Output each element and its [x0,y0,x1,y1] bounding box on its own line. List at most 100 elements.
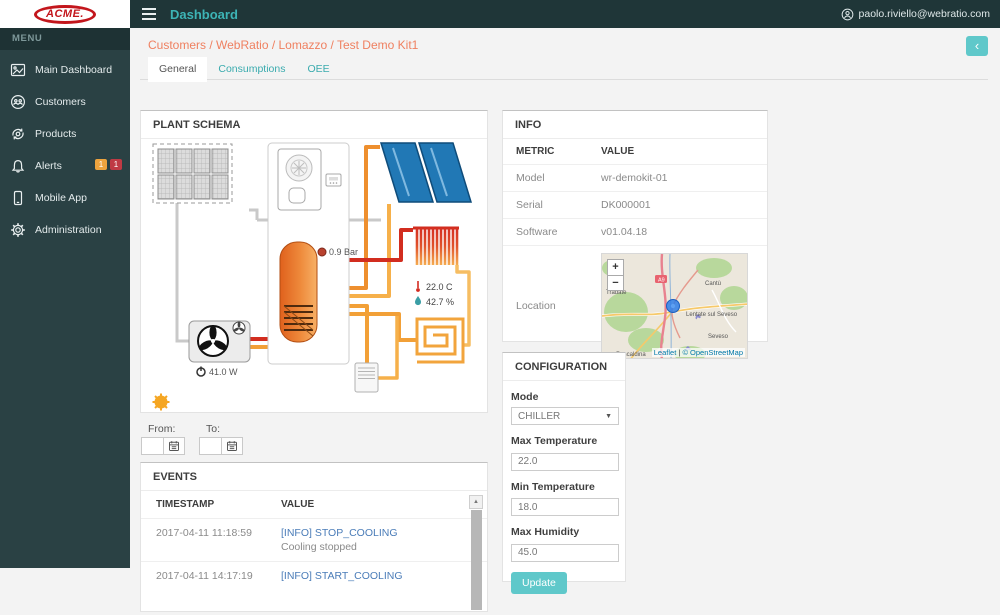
to-date-group [199,437,243,455]
collapse-panel-button[interactable]: ‹ [966,36,988,56]
event-row: 2017-04-11 11:18:59 [INFO] STOP_COOLING … [141,518,487,561]
smartphone-icon [13,190,23,206]
max-humidity-input[interactable] [511,543,619,562]
pressure-reading: 0.9 Bar [329,247,358,257]
sidebar-item-label: Products [35,128,77,140]
max-temperature-input[interactable] [511,452,619,471]
sidebar-item-label: Alerts [35,160,62,172]
svg-text:Cantù: Cantù [705,281,721,287]
user-menu[interactable]: paolo.riviello@webratio.com [841,8,990,21]
sidebar-item-customers[interactable]: Customers [0,86,130,118]
sidebar-item-administration[interactable]: Administration [0,214,130,246]
plant-schema-title: PLANT SCHEMA [141,111,487,139]
to-label: To: [206,423,221,435]
hamburger-menu-icon[interactable] [138,5,160,23]
map-zoom-out-button[interactable]: − [607,275,624,291]
event-value-link[interactable]: [INFO] STOP_COOLING [281,527,487,539]
map-zoom-controls: + − [607,259,624,291]
sidebar-item-label: Administration [35,224,102,236]
map-zoom-in-button[interactable]: + [607,259,624,275]
sidebar-item-products[interactable]: Products [0,118,130,150]
fan-coil-unit [354,362,379,393]
motorway-badge-label: A9 [658,278,665,284]
mode-select[interactable]: CHILLER ▼ [511,407,619,425]
info-col-value: VALUE [601,146,635,157]
floor-heating-coil [415,317,465,364]
chevron-down-icon: ▼ [605,412,612,420]
update-button[interactable]: Update [511,571,567,594]
osm-link[interactable]: © OpenStreetMap [682,348,743,357]
info-value: wr-demokit-01 [601,172,668,184]
events-scrollbar: ▲ [469,495,483,615]
solar-thermal-panels [379,142,473,203]
scrollbar-thumb[interactable] [470,510,482,610]
map-attribution: Leaflet | © OpenStreetMap [651,348,745,357]
from-date-calendar-button[interactable] [163,437,185,455]
app-root: { "logo": { "text": "ACME." }, "header":… [0,0,1000,612]
sidebar-nav: Main Dashboard Customers Products Alerts… [0,50,130,246]
min-temperature-input[interactable] [511,498,619,516]
user-email: paolo.riviello@webratio.com [858,8,990,20]
pressure-gauge-icon [317,247,327,257]
info-row-serial: Serial DK000001 [503,191,767,218]
event-value-description: Cooling stopped [281,541,357,553]
to-date-input[interactable] [199,437,221,455]
calendar-icon [169,441,179,451]
bell-icon [11,159,25,173]
alerts-badge-warning[interactable]: 1 [95,159,107,170]
chiller-unit [188,320,251,363]
events-card: EVENTS TIMESTAMP VALUE 2017-04-11 11:18:… [140,462,488,612]
svg-text:Lentate sul Seveso: Lentate sul Seveso [686,312,738,318]
info-value: v01.04.18 [601,226,648,238]
radiator [415,228,459,265]
info-row-software: Software v01.04.18 [503,218,767,245]
events-col-value: VALUE [281,499,315,510]
sun-icon [152,393,170,411]
max-temperature-label: Max Temperature [511,435,598,447]
max-humidity-label: Max Humidity [511,526,580,538]
gear-icon [11,223,25,237]
events-title: EVENTS [141,463,487,491]
event-timestamp: 2017-04-11 14:17:19 [156,570,253,582]
sidebar-item-mobile-app[interactable]: Mobile App [0,182,130,214]
plant-schema-diagram: 0.9 Bar 22.0 C 42.7 % 41.0 W [152,142,473,411]
calendar-icon [227,441,237,451]
info-col-metric: METRIC [516,146,555,157]
tab-oee[interactable]: OEE [296,57,340,82]
configuration-card: CONFIGURATION Mode CHILLER ▼ Max Tempera… [502,352,626,594]
tab-consumptions[interactable]: Consumptions [207,57,296,82]
mode-select-value: CHILLER [518,410,561,422]
plant-schema-card: PLANT SCHEMA 0.9 Bar 22.0 C 42.7 % 41.0 … [140,110,488,413]
from-date-input[interactable] [141,437,163,455]
logo-text: ACME. [46,7,84,20]
page-title: Dashboard [170,6,238,22]
event-value-link[interactable]: [INFO] START_COOLING [281,570,487,582]
leaflet-link[interactable]: Leaflet [654,348,677,357]
tab-general[interactable]: General [148,57,208,82]
sidebar-item-label: Customers [35,96,86,108]
mode-label: Mode [511,391,539,403]
alerts-badges: 1 1 [95,159,122,170]
breadcrumb[interactable]: Customers / WebRatio / Lomazzo / Test De… [148,38,418,52]
location-label: Location [516,300,556,312]
sidebar-item-label: Mobile App [35,192,87,204]
location-map[interactable]: A9 Cantù Tradate Lentate sul Seveso Seve… [601,253,748,359]
power-reading-group: 41.0 W [196,366,238,377]
acme-logo[interactable]: ACME. [34,4,96,24]
topbar: Dashboard paolo.riviello@webratio.com [130,0,1000,28]
to-date-calendar-button[interactable] [221,437,243,455]
storage-tank [279,241,318,343]
customers-icon [10,94,26,110]
scrollbar-up-button[interactable]: ▲ [469,495,483,509]
user-icon [841,8,853,20]
alerts-badge-critical[interactable]: 1 [110,159,122,170]
sidebar-item-alerts[interactable]: Alerts 1 1 [0,150,130,182]
sidebar-item-main-dashboard[interactable]: Main Dashboard [0,54,130,86]
svg-text:Seveso: Seveso [708,334,729,340]
info-row-location: Location A9 Cantù Tradate Lentate sul Se… [503,245,767,366]
info-header-row: METRIC VALUE [503,139,767,164]
info-row-model: Model wr-demokit-01 [503,164,767,191]
info-metric: Software [516,226,558,238]
from-label: From: [148,423,176,435]
temperature-reading: 22.0 C [426,282,453,292]
